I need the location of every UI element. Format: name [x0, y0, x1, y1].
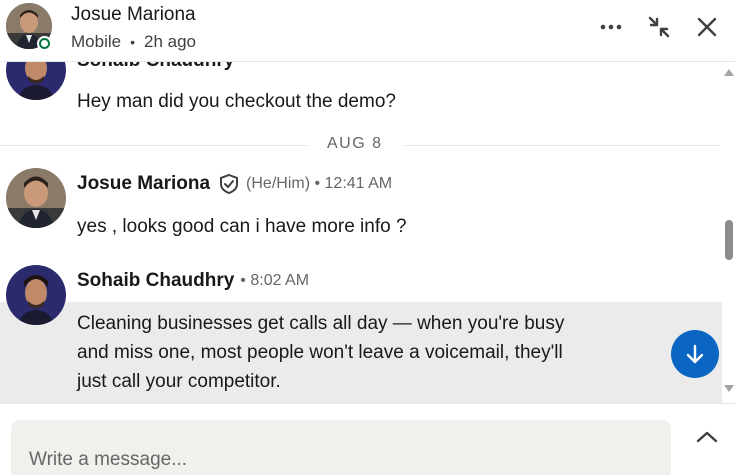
- scroll-up-arrow-icon[interactable]: [724, 69, 734, 76]
- avatar[interactable]: [6, 265, 66, 325]
- scrollbar-thumb[interactable]: [725, 220, 733, 260]
- avatar[interactable]: [6, 62, 66, 100]
- message-meta: (He/Him) • 12:41 AM: [246, 175, 393, 192]
- online-presence-indicator: [37, 36, 52, 51]
- minimize-icon: [648, 16, 670, 38]
- jump-to-latest-button[interactable]: [671, 330, 719, 378]
- verified-shield-icon: [220, 173, 239, 195]
- message-line: just call your competitor.: [77, 371, 281, 392]
- contact-status: Mobile • 2h ago: [71, 32, 196, 52]
- message-header: Josue Mariona (He/Him) • 12:41 AM: [77, 173, 392, 195]
- date-divider: AUG 8: [0, 134, 722, 156]
- sender-name[interactable]: Sohaib Chaudhry: [77, 270, 234, 292]
- device-status: Mobile: [71, 32, 122, 51]
- scroll-down-arrow-icon[interactable]: [724, 385, 734, 392]
- divider-line: [0, 145, 308, 146]
- message-text: yes , looks good can i have more info ?: [77, 216, 407, 237]
- avatar[interactable]: [6, 168, 66, 228]
- message-line: and miss one, most people won't leave a …: [77, 342, 563, 363]
- message-header: Sohaib Chaudhry: [77, 62, 234, 72]
- more-options-icon: [600, 24, 622, 30]
- message-meta: • 8:02 AM: [240, 272, 310, 289]
- expand-composer-button[interactable]: [690, 425, 724, 449]
- verified-badge: [218, 173, 240, 195]
- message-text: Hey man did you checkout the demo?: [77, 91, 396, 112]
- minimize-button[interactable]: [644, 12, 674, 42]
- contact-name[interactable]: Josue Mariona: [71, 4, 196, 26]
- divider-line: [404, 145, 720, 146]
- separator: •: [130, 34, 135, 50]
- close-icon: [697, 17, 717, 37]
- profile-photo: [6, 62, 66, 100]
- last-active: 2h ago: [144, 32, 196, 51]
- scrollbar[interactable]: [722, 62, 735, 403]
- conversation-header: Josue Mariona Mobile • 2h ago: [0, 0, 735, 62]
- message-composer: [0, 403, 735, 475]
- close-button[interactable]: [692, 12, 722, 42]
- sender-name[interactable]: Josue Mariona: [77, 173, 210, 195]
- message-input[interactable]: [11, 420, 671, 475]
- message-text: Cleaning businesses get calls all day — …: [77, 309, 564, 396]
- profile-photo: [6, 168, 66, 228]
- chevron-up-icon: [696, 431, 718, 443]
- arrow-down-icon: [686, 344, 704, 364]
- message-thread[interactable]: Sohaib Chaudhry Hey man did you checkout…: [0, 62, 722, 403]
- profile-photo: [6, 265, 66, 325]
- sender-name[interactable]: Sohaib Chaudhry: [77, 62, 234, 72]
- date-label: AUG 8: [327, 135, 383, 152]
- more-options-button[interactable]: [596, 12, 626, 42]
- message-line: Cleaning businesses get calls all day — …: [77, 313, 565, 334]
- message-header: Sohaib Chaudhry • 8:02 AM: [77, 270, 309, 292]
